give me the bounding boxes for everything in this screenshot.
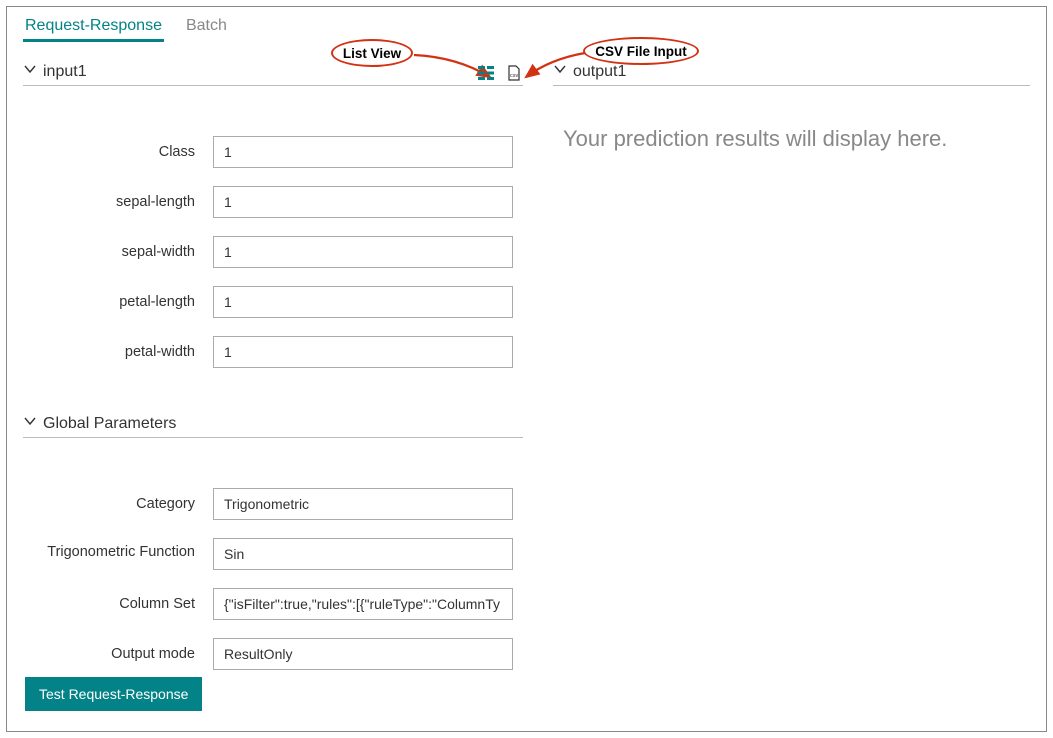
- tab-batch[interactable]: Batch: [184, 13, 229, 42]
- field-label-petal-width: petal-width: [23, 344, 213, 360]
- section-header-global-params[interactable]: Global Parameters: [23, 414, 523, 438]
- input-fields: Class sepal-length sepal-width petal-len…: [23, 106, 523, 368]
- main-content: input1: [7, 42, 1046, 688]
- svg-text:csv: csv: [510, 73, 519, 79]
- section-title-global-params: Global Parameters: [43, 415, 176, 433]
- field-row: Output mode: [23, 638, 523, 670]
- output-placeholder: Your prediction results will display her…: [553, 126, 1030, 152]
- list-view-icon[interactable]: [477, 65, 495, 81]
- field-input-sepal-width[interactable]: [213, 236, 513, 268]
- field-input-class[interactable]: [213, 136, 513, 168]
- field-row: sepal-length: [23, 186, 523, 218]
- chevron-down-icon: [553, 62, 567, 81]
- field-input-category[interactable]: [213, 488, 513, 520]
- field-input-petal-length[interactable]: [213, 286, 513, 318]
- field-input-petal-width[interactable]: [213, 336, 513, 368]
- field-row: sepal-width: [23, 236, 523, 268]
- csv-file-icon[interactable]: csv: [505, 65, 523, 81]
- field-label-sepal-length: sepal-length: [23, 194, 213, 210]
- section-header-output1[interactable]: output1: [553, 62, 1030, 86]
- field-input-output-mode[interactable]: [213, 638, 513, 670]
- field-label-category: Category: [23, 496, 213, 512]
- field-label-column-set: Column Set: [23, 596, 213, 612]
- field-row: petal-width: [23, 336, 523, 368]
- left-column: input1: [23, 62, 523, 688]
- input-toolbar: csv: [477, 65, 523, 81]
- chevron-down-icon: [23, 414, 37, 433]
- callout-csv-label: CSV File Input: [595, 44, 687, 59]
- field-row: Class: [23, 136, 523, 168]
- section-title-input1: input1: [43, 63, 87, 81]
- field-label-class: Class: [23, 144, 213, 160]
- field-row: Category: [23, 488, 523, 520]
- tabs-bar: Request-Response Batch: [7, 7, 1046, 42]
- right-column: output1 Your prediction results will dis…: [553, 62, 1030, 688]
- field-row: petal-length: [23, 286, 523, 318]
- field-row: Column Set: [23, 588, 523, 620]
- field-input-column-set[interactable]: [213, 588, 513, 620]
- field-row: Trigonometric Function: [23, 538, 523, 570]
- callout-list-view-label: List View: [343, 46, 401, 61]
- test-request-response-button[interactable]: Test Request-Response: [25, 677, 202, 711]
- app-frame: Request-Response Batch List View CSV Fil…: [6, 6, 1047, 732]
- field-input-trig-function[interactable]: [213, 538, 513, 570]
- field-label-output-mode: Output mode: [23, 646, 213, 662]
- tab-request-response[interactable]: Request-Response: [23, 13, 164, 42]
- section-header-input1[interactable]: input1: [23, 62, 523, 86]
- section-title-output1: output1: [573, 63, 626, 81]
- callout-csv-file-input: CSV File Input: [583, 37, 699, 65]
- chevron-down-icon: [23, 62, 37, 81]
- field-label-petal-length: petal-length: [23, 294, 213, 310]
- field-input-sepal-length[interactable]: [213, 186, 513, 218]
- field-label-trig-function: Trigonometric Function: [23, 538, 213, 560]
- global-param-fields: Category Trigonometric Function Column S…: [23, 458, 523, 670]
- field-label-sepal-width: sepal-width: [23, 244, 213, 260]
